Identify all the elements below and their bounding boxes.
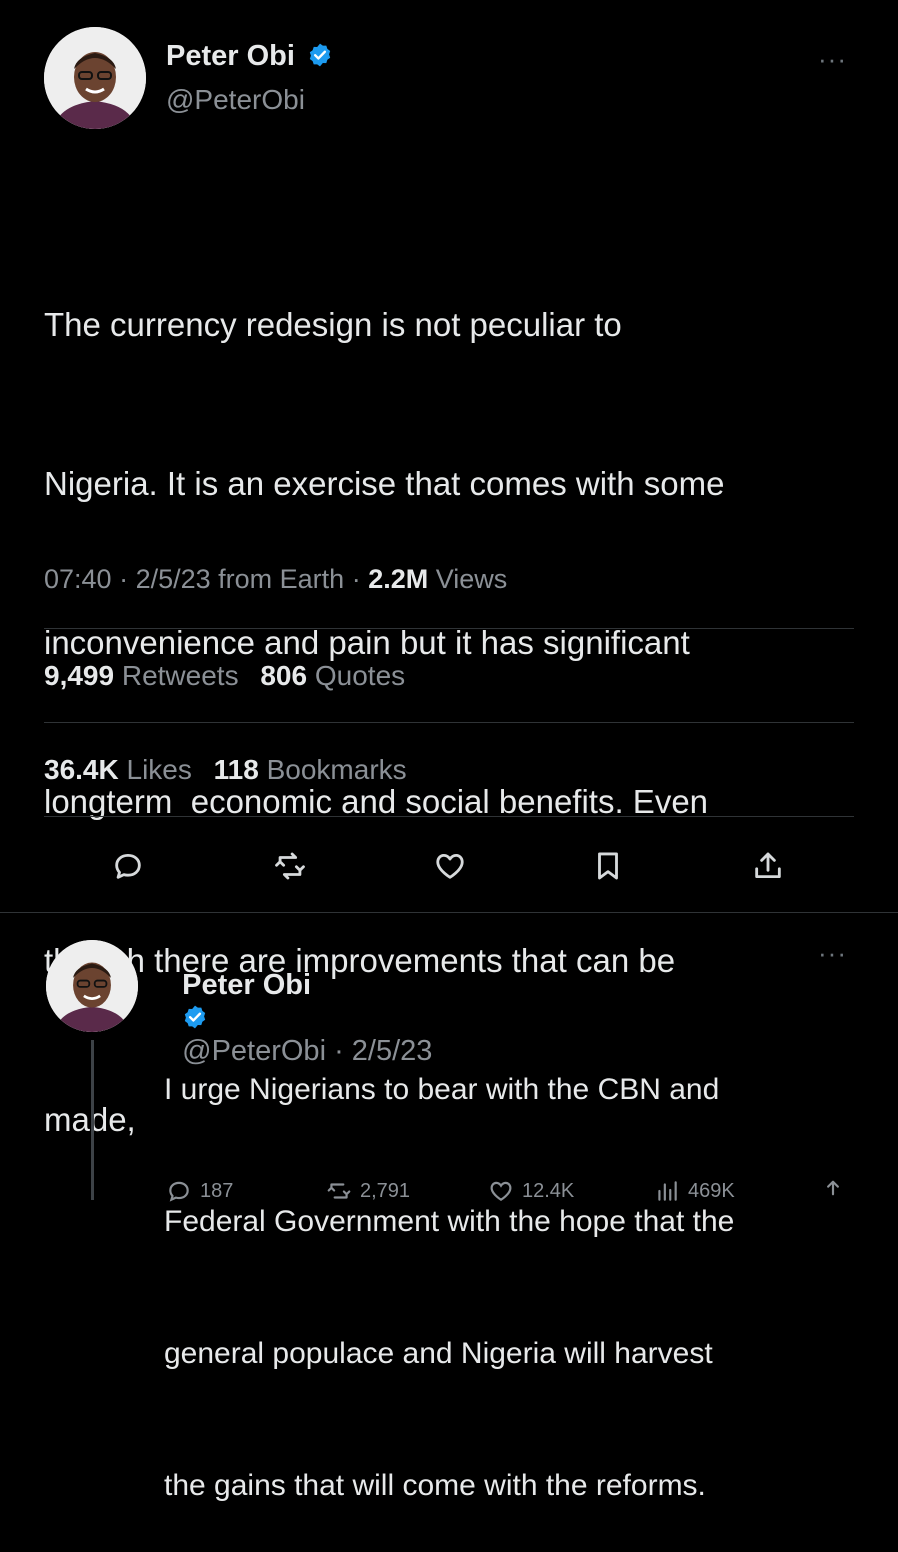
tweet-text-line: The currency redesign is not peculiar to <box>44 306 622 343</box>
like-button[interactable] <box>428 844 472 888</box>
quotes-stat[interactable]: 806 Quotes <box>260 660 405 691</box>
likes-label: Likes <box>126 754 192 785</box>
reply-share-button[interactable] <box>820 1178 846 1204</box>
tweet-text-line: Nigeria. It is an exercise that comes wi… <box>44 465 725 502</box>
author-avatar[interactable] <box>44 27 146 129</box>
separator: · <box>344 564 369 594</box>
reply-text: I urge Nigerians to bear with the CBN an… <box>164 980 734 1552</box>
retweet-button[interactable] <box>268 844 312 888</box>
retweet-count: 2,791 <box>360 1179 411 1202</box>
tweet-meta: 07:40 · 2/5/23 from Earth · 2.2M Views <box>44 564 507 595</box>
verified-badge-icon <box>309 43 331 67</box>
reply-text-line: the gains that will come with the reform… <box>164 1469 706 1502</box>
retweet-icon <box>327 1183 351 1199</box>
likes-stat[interactable]: 36.4K Likes <box>44 754 192 785</box>
profile-photo <box>46 940 138 1032</box>
divider <box>44 722 854 723</box>
reply-reply-button[interactable]: 187 <box>166 1178 233 1204</box>
like-icon <box>436 853 464 879</box>
bookmark-button[interactable] <box>586 844 630 888</box>
stats-row-2: 36.4K Likes 118 Bookmarks <box>44 754 407 786</box>
thread-line <box>91 1040 94 1200</box>
retweet-icon <box>275 852 305 880</box>
divider <box>44 628 854 629</box>
reply-author-avatar[interactable] <box>46 940 138 1032</box>
like-icon <box>490 1181 512 1201</box>
share-icon <box>755 852 781 879</box>
bookmarks-label: Bookmarks <box>266 754 407 785</box>
reply-text-line: I urge Nigerians to bear with the CBN an… <box>164 1073 720 1106</box>
tweet-source: from Earth <box>210 564 345 594</box>
author-handle[interactable]: @PeterObi <box>166 84 305 116</box>
reply-button[interactable] <box>106 844 150 888</box>
stats-row-1: 9,499 Retweets 806 Quotes <box>44 660 405 692</box>
views-label: Views <box>428 564 508 594</box>
profile-photo <box>44 27 146 129</box>
retweets-count: 9,499 <box>44 660 115 691</box>
bookmarks-count: 118 <box>213 754 259 785</box>
reply-text-line: general populace and Nigeria will harves… <box>164 1337 713 1370</box>
share-button[interactable] <box>746 844 790 888</box>
reply-icon <box>115 853 141 879</box>
tweet-time[interactable]: 07:40 <box>44 564 112 594</box>
author-name[interactable]: Peter Obi <box>166 40 295 72</box>
more-options-icon[interactable]: ··· <box>818 44 847 75</box>
views-count: 469K <box>688 1179 735 1202</box>
reply-views-button[interactable]: 469K <box>654 1178 735 1204</box>
views-icon <box>658 1181 677 1201</box>
like-count: 12.4K <box>522 1179 575 1202</box>
retweets-label: Retweets <box>121 660 239 691</box>
share-icon <box>827 1180 839 1196</box>
reply-count: 187 <box>200 1179 234 1202</box>
tweet-date[interactable]: 2/5/23 <box>136 564 211 594</box>
divider <box>0 912 898 913</box>
bookmarks-stat[interactable]: 118 Bookmarks <box>214 754 407 785</box>
quotes-label: Quotes <box>314 660 406 691</box>
likes-count: 36.4K <box>44 754 119 785</box>
reply-like-button[interactable]: 12.4K <box>488 1178 574 1204</box>
reply-icon <box>169 1181 189 1202</box>
views-count: 2.2M <box>368 564 429 594</box>
author-name-row[interactable]: Peter Obi <box>166 40 333 73</box>
quotes-count: 806 <box>260 660 308 691</box>
retweets-stat[interactable]: 9,499 Retweets <box>44 660 239 691</box>
bookmark-icon <box>598 852 618 880</box>
divider <box>44 816 854 817</box>
more-options-icon[interactable]: ··· <box>818 938 847 969</box>
reply-text-line: Federal Government with the hope that th… <box>164 1205 735 1238</box>
separator: · <box>111 564 136 594</box>
reply-retweet-button[interactable]: 2,791 <box>326 1178 410 1204</box>
